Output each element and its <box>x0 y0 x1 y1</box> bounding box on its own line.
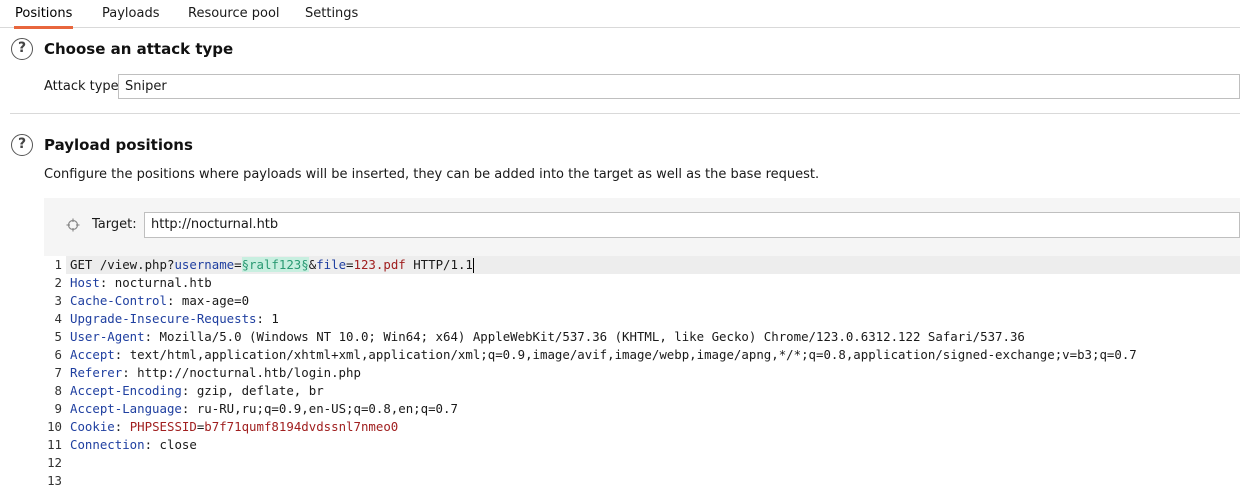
header-value: ru-RU,ru;q=0.9,en-US;q=0.8,en;q=0.7 <box>189 401 458 416</box>
header-line-user-agent: User-Agent: Mozilla/5.0 (Windows NT 10.0… <box>70 329 1025 344</box>
payload-positions-description: Configure the positions where payloads w… <box>44 167 820 182</box>
tab-resource-pool[interactable]: Resource pool <box>188 0 280 28</box>
header-name: Cookie <box>70 419 115 434</box>
header-name: Referer <box>70 365 123 380</box>
line-number: 13 <box>47 473 62 488</box>
param-equals: = <box>346 257 354 272</box>
target-label: Target: <box>92 217 137 232</box>
section-divider <box>10 113 1240 114</box>
payload-positions-heading: Payload positions <box>44 136 193 154</box>
header-name: Host <box>70 275 100 290</box>
param-equals: = <box>234 257 242 272</box>
request-protocol: HTTP/1.1 <box>405 257 473 272</box>
header-name: Accept-Encoding <box>70 383 182 398</box>
tab-positions[interactable]: Positions <box>13 0 74 29</box>
line-number: 5 <box>54 329 62 344</box>
header-line-connection: Connection: close <box>70 437 197 452</box>
line-number: 3 <box>54 293 62 308</box>
attack-type-label: Attack type: <box>44 79 124 94</box>
request-editor[interactable]: 1 2 3 4 5 6 7 8 9 10 11 12 13 GET /view.… <box>44 256 1240 504</box>
header-value: max-age=0 <box>174 293 250 308</box>
header-line-accept-language: Accept-Language: ru-RU,ru;q=0.9,en-US;q=… <box>70 401 458 416</box>
cookie-key: PHPSESSID <box>129 419 197 434</box>
header-line-cache-control: Cache-Control: max-age=0 <box>70 293 250 308</box>
header-name: Accept-Language <box>70 401 182 416</box>
attack-type-select[interactable]: Sniper <box>118 74 1240 99</box>
header-value: nocturnal.htb <box>107 275 212 290</box>
line-number: 10 <box>47 419 62 434</box>
header-value: gzip, deflate, br <box>189 383 324 398</box>
header-line-upgrade-insecure: Upgrade-Insecure-Requests: 1 <box>70 311 279 326</box>
header-line-host: Host: nocturnal.htb <box>70 275 212 290</box>
header-value: Mozilla/5.0 (Windows NT 10.0; Win64; x64… <box>152 329 1025 344</box>
help-circle-icon[interactable]: ? <box>11 134 33 156</box>
line-number: 2 <box>54 275 62 290</box>
header-name: Connection <box>70 437 145 452</box>
tab-payloads[interactable]: Payloads <box>102 0 159 28</box>
line-number: 7 <box>54 365 62 380</box>
param-value-file: 123.pdf <box>353 257 406 272</box>
line-number: 11 <box>47 437 62 452</box>
cookie-value: b7f71qumf8194dvdssnl7nmeo0 <box>204 419 399 434</box>
text-cursor <box>472 258 474 273</box>
param-key-file: file <box>316 257 347 272</box>
payload-position-marker[interactable]: §ralf123§ <box>241 257 309 272</box>
header-name: Cache-Control <box>70 293 167 308</box>
target-input[interactable]: http://nocturnal.htb <box>144 212 1240 238</box>
header-name: Accept <box>70 347 115 362</box>
tab-settings[interactable]: Settings <box>305 0 358 28</box>
header-name: User-Agent <box>70 329 145 344</box>
crosshair-icon <box>66 218 80 232</box>
header-line-cookie: Cookie: PHPSESSID=b7f71qumf8194dvdssnl7n… <box>70 418 398 436</box>
help-circle-icon[interactable]: ? <box>11 38 33 60</box>
line-number: 8 <box>54 383 62 398</box>
line-number: 6 <box>54 347 62 362</box>
request-method-path: GET /view.php? <box>70 257 175 272</box>
line-number: 1 <box>54 257 62 272</box>
line-number: 4 <box>54 311 62 326</box>
tab-bar: Positions Payloads Resource pool Setting… <box>0 0 1240 29</box>
param-key-username: username <box>174 257 235 272</box>
header-line-accept-encoding: Accept-Encoding: gzip, deflate, br <box>70 383 324 398</box>
header-value: text/html,application/xhtml+xml,applicat… <box>122 347 1137 362</box>
header-value: http://nocturnal.htb/login.php <box>129 365 361 380</box>
attack-type-heading: Choose an attack type <box>44 40 234 58</box>
header-value: close <box>152 437 197 452</box>
header-value: 1 <box>263 311 279 326</box>
request-line: GET /view.php?username=§ralf123§&file=12… <box>70 256 474 274</box>
header-line-referer: Referer: http://nocturnal.htb/login.php <box>70 365 361 380</box>
line-number: 9 <box>54 401 62 416</box>
header-separator: : <box>114 419 130 434</box>
line-number: 12 <box>47 455 62 470</box>
header-name: Upgrade-Insecure-Requests <box>70 311 257 326</box>
header-line-accept: Accept: text/html,application/xhtml+xml,… <box>70 347 1137 362</box>
